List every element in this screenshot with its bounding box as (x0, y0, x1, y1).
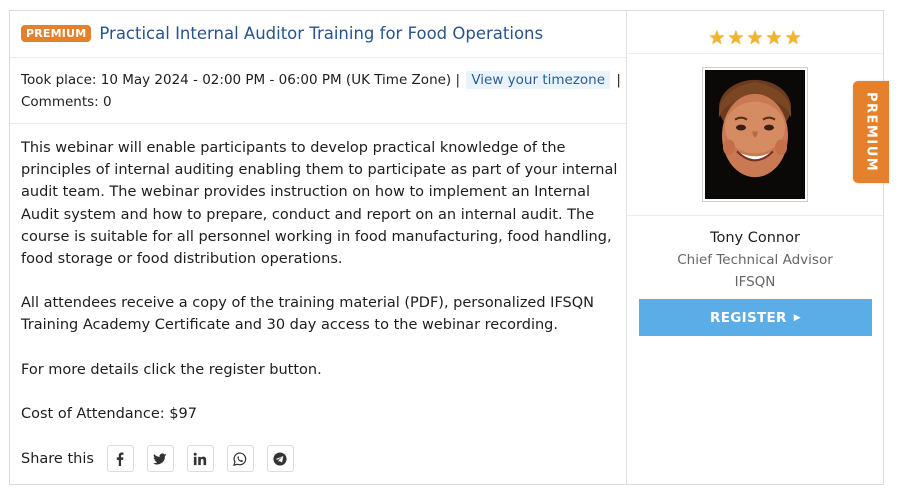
presenter-photo (705, 70, 805, 199)
register-button[interactable]: REGISTER ▶ (639, 299, 872, 336)
presenter-org: IFSQN (734, 274, 776, 290)
rating-stars: ★ ★ ★ ★ ★ (627, 25, 883, 51)
view-timezone-button[interactable]: View your timezone (466, 71, 611, 89)
divider (10, 123, 626, 124)
star-icon: ★ (784, 27, 802, 49)
took-place-text: Took place: 10 May 2024 - 02:00 PM - 06:… (21, 72, 461, 88)
event-card: PREMIUM Practical Internal Auditor Train… (9, 10, 884, 485)
share-whatsapp-button[interactable] (226, 445, 254, 472)
share-bar: Share this (21, 445, 307, 472)
share-label: Share this (21, 450, 94, 467)
comments-count[interactable]: Comments: 0 (21, 94, 112, 110)
divider (627, 53, 883, 54)
event-title-row: PREMIUM Practical Internal Auditor Train… (21, 24, 621, 43)
presenter-panel: ★ ★ ★ ★ ★ Tony Connor Chief Technical Ad… (627, 11, 883, 484)
register-label: REGISTER (710, 309, 787, 326)
divider (627, 215, 883, 216)
description-paragraph: All attendees receive a copy of the trai… (21, 295, 594, 334)
description-paragraph: This webinar will enable participants to… (21, 140, 618, 268)
star-icon: ★ (765, 27, 783, 49)
cost-of-attendance: Cost of Attendance: $97 (21, 405, 197, 422)
event-meta: Took place: 10 May 2024 - 02:00 PM - 06:… (21, 69, 621, 113)
linkedin-icon (194, 452, 207, 465)
divider (10, 57, 626, 58)
telegram-icon (273, 451, 287, 466)
whatsapp-icon (233, 451, 247, 466)
star-icon: ★ (727, 27, 745, 49)
description-paragraph: For more details click the register butt… (21, 361, 322, 378)
event-description: This webinar will enable participants to… (21, 137, 621, 447)
share-twitter-button[interactable] (146, 445, 174, 472)
twitter-icon (153, 452, 167, 464)
share-facebook-button[interactable] (106, 445, 134, 472)
presenter-role: Chief Technical Advisor (677, 252, 833, 268)
presenter-name[interactable]: Tony Connor (627, 230, 883, 246)
caret-right-icon: ▶ (793, 312, 801, 323)
star-icon: ★ (708, 27, 726, 49)
event-title-link[interactable]: Practical Internal Auditor Training for … (99, 24, 543, 43)
share-telegram-button[interactable] (266, 445, 294, 472)
premium-badge: PREMIUM (21, 25, 92, 42)
premium-side-tab[interactable]: PREMIUM (853, 81, 889, 183)
meta-separator: | (616, 72, 621, 88)
share-linkedin-button[interactable] (186, 445, 214, 472)
premium-tab-label: PREMIUM (863, 91, 879, 173)
star-icon: ★ (746, 27, 764, 49)
facebook-icon (117, 451, 124, 466)
presenter-avatar (702, 67, 808, 202)
event-main-panel: PREMIUM Practical Internal Auditor Train… (10, 11, 627, 484)
